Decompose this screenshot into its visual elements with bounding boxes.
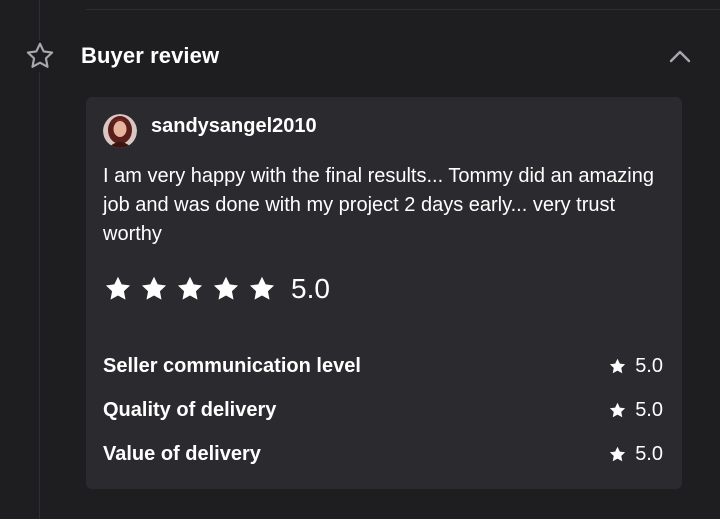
reviewer-username[interactable]: sandysangel2010: [151, 115, 317, 138]
star-icon: [141, 276, 167, 300]
star-icon: [610, 358, 626, 374]
overall-score: 5.0: [291, 273, 330, 304]
sub-rating-row: Value of delivery 5.0: [103, 440, 663, 484]
star-icon: [249, 276, 275, 300]
sub-rating-row: Seller communication level 5.0: [103, 352, 663, 396]
chevron-up-icon[interactable]: [666, 43, 694, 71]
sub-rating-value: 5.0: [635, 399, 663, 421]
review-card: sandysangel2010 I am very happy with the…: [86, 97, 682, 489]
star-outline-icon: [24, 40, 56, 72]
sub-rating-value: 5.0: [635, 355, 663, 377]
star-icon: [610, 402, 626, 418]
sub-rating-score: 5.0: [608, 355, 663, 378]
sub-ratings-list: Seller communication level 5.0 Quality of …: [103, 352, 663, 484]
overall-rating: 5.0: [103, 271, 330, 307]
sub-rating-label: Seller communication level: [103, 355, 361, 377]
star-rating: [103, 274, 283, 304]
section-divider: [86, 9, 720, 10]
star-icon: [177, 276, 203, 300]
sub-rating-label: Quality of delivery: [103, 399, 277, 421]
review-text: I am very happy with the final results..…: [103, 165, 654, 245]
buyer-review-header[interactable]: Buyer review: [0, 32, 720, 80]
sub-rating-label: Value of delivery: [103, 443, 261, 465]
sub-rating-score: 5.0: [608, 443, 663, 466]
sub-rating-score: 5.0: [608, 399, 663, 422]
avatar[interactable]: [103, 114, 137, 148]
star-icon: [213, 276, 239, 300]
star-icon: [105, 276, 131, 300]
star-icon: [610, 446, 626, 462]
sub-rating-value: 5.0: [635, 443, 663, 465]
sub-rating-row: Quality of delivery 5.0: [103, 396, 663, 440]
section-title: Buyer review: [81, 43, 220, 68]
